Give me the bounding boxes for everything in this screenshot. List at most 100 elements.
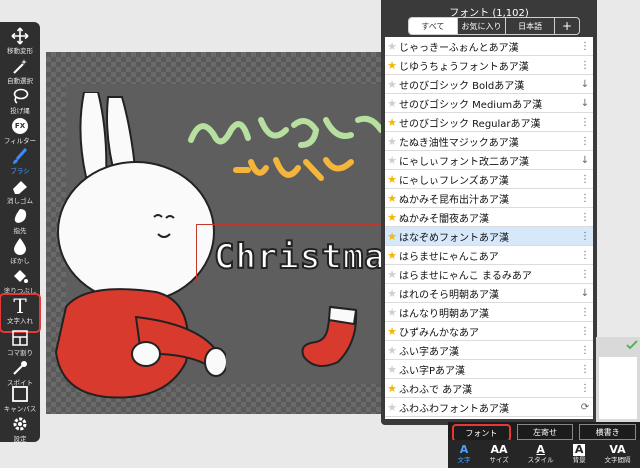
spacing-icon: VA: [609, 443, 626, 456]
canvas-text[interactable]: Christmas: [213, 236, 386, 278]
finger-icon: [10, 206, 30, 226]
favorite-star-icon[interactable]: ★: [385, 344, 399, 357]
more-icon[interactable]: ⋮: [577, 174, 593, 185]
font-list-item[interactable]: ★ じゃっきーふぉんとあア漢 ⋮: [385, 37, 593, 56]
font-list-item[interactable]: ★ふわもこフォントあア⋮: [385, 417, 593, 419]
check-icon[interactable]: [626, 340, 638, 350]
more-icon[interactable]: ⋮: [577, 193, 593, 204]
font-list-item[interactable]: ★ せのびゴシック Boldあア漢 ↓: [385, 75, 593, 94]
align-left-button[interactable]: 左寄せ: [516, 424, 574, 440]
more-icon[interactable]: ⋮: [577, 231, 593, 242]
more-icon[interactable]: ⋮: [577, 250, 593, 261]
font-list-item[interactable]: ★ じゆうちょうフォントあア漢 ⋮: [385, 56, 593, 75]
more-icon[interactable]: ⋮: [577, 307, 593, 318]
more-icon[interactable]: ⋮: [577, 212, 593, 223]
download-icon[interactable]: ↓: [577, 98, 593, 109]
fx-icon: FX: [10, 116, 30, 136]
font-list-item[interactable]: ★ ふい字Pあア漢 ⋮: [385, 360, 593, 379]
style-icon: A: [536, 443, 545, 456]
font-list-item[interactable]: ★ ふい字あア漢 ⋮: [385, 341, 593, 360]
font-list-item[interactable]: ★ にゃしぃフレンズあア漢 ⋮: [385, 170, 593, 189]
add-font-button[interactable]: +: [555, 18, 579, 34]
tab-favorites[interactable]: お気に入り: [458, 18, 507, 34]
font-name: ふわふで あア漢: [399, 384, 473, 396]
font-name: ふわもこフォントあア: [399, 419, 577, 420]
favorite-star-icon[interactable]: ★: [385, 116, 399, 129]
favorite-star-icon[interactable]: ★: [385, 59, 399, 72]
download-icon[interactable]: ↓: [577, 155, 593, 166]
drawing-canvas[interactable]: Christmas: [46, 52, 386, 414]
text-glyph: T: [13, 294, 27, 318]
more-icon[interactable]: ⋮: [577, 326, 593, 337]
font-list-item[interactable]: ★ にゃしぃフォント改二あア漢 ↓: [385, 151, 593, 170]
font-list-item[interactable]: ★ せのびゴシック Mediumあア漢 ↓: [385, 94, 593, 113]
more-icon[interactable]: ⋮: [577, 364, 593, 375]
favorite-star-icon[interactable]: ★: [385, 154, 399, 167]
font-name: ぬかみそ闇夜あア漢: [399, 213, 489, 225]
font-list[interactable]: ★ じゃっきーふぉんとあア漢 ⋮ ★ じゆうちょうフォントあア漢 ⋮ ★ せのびゴシック Bo…: [385, 37, 593, 419]
font-name: せのびゴシック Mediumあア漢: [399, 99, 543, 111]
font-list-item[interactable]: ★ ふわふで あア漢 ⋮: [385, 379, 593, 398]
more-icon[interactable]: ⋮: [577, 345, 593, 356]
font-name: ぬかみそ昆布出汁あア漢: [399, 194, 509, 206]
more-icon[interactable]: ⋮: [577, 60, 593, 71]
text-style-button[interactable]: A 文字: [457, 444, 470, 465]
font-list-item[interactable]: ★ ぬかみそ昆布出汁あア漢 ⋮: [385, 189, 593, 208]
favorite-star-icon[interactable]: ★: [385, 230, 399, 243]
more-icon[interactable]: ⋮: [577, 269, 593, 280]
more-icon[interactable]: ⋮: [577, 117, 593, 128]
font-list-item[interactable]: ★ はらませにゃんこ まるみあア ⋮: [385, 265, 593, 284]
favorite-star-icon[interactable]: ★: [385, 97, 399, 110]
eraser-icon: [10, 176, 30, 196]
font-list-item[interactable]: ★ はんなり明朝あア漢 ⋮: [385, 303, 593, 322]
favorite-star-icon[interactable]: ★: [385, 249, 399, 262]
text-option-tabs: フォント 左寄せ 横書き: [448, 422, 640, 442]
tool-bar: 移動変形 自動選択 投げ縄 FX フィルター ブラシ 消しゴム 指先 ぼかし 塗…: [0, 22, 41, 443]
download-icon[interactable]: ↓: [577, 79, 593, 90]
favorite-star-icon[interactable]: ★: [385, 173, 399, 186]
favorite-star-icon[interactable]: ★: [385, 211, 399, 224]
tab-japanese[interactable]: 日本語: [506, 18, 556, 34]
font-name: はらませにゃんこあア: [399, 251, 499, 263]
font-list-item[interactable]: ★ たぬき油性マジックあア漢 ⋮: [385, 132, 593, 151]
download-icon[interactable]: ↓: [577, 288, 593, 299]
favorite-star-icon[interactable]: ★: [385, 363, 399, 376]
favorite-star-icon[interactable]: ★: [385, 78, 399, 91]
more-icon[interactable]: ⋮: [577, 383, 593, 394]
font-list-item[interactable]: ★ はれのそら明朝あア漢 ↓: [385, 284, 593, 303]
more-icon[interactable]: ⋮: [577, 41, 593, 52]
tab-all[interactable]: すべて: [409, 18, 458, 34]
favorite-star-icon[interactable]: ★: [385, 135, 399, 148]
tool-settings[interactable]: 設定: [0, 412, 40, 448]
favorite-star-icon[interactable]: ★: [385, 40, 399, 53]
favorite-star-icon[interactable]: ★: [385, 325, 399, 338]
more-icon[interactable]: ⋮: [577, 136, 593, 147]
font-name: にゃしぃフレンズあア漢: [399, 175, 509, 187]
favorite-star-icon[interactable]: ★: [385, 287, 399, 300]
text-preview-area: [599, 357, 637, 419]
bottom-icon-label: 背景: [572, 456, 586, 464]
tool-label: 設定: [13, 435, 27, 443]
font-list-item[interactable]: ★ ふわふわフォントあア漢 ⟳: [385, 398, 593, 417]
font-list-item[interactable]: ★ せのびゴシック Regularあア漢 ⋮: [385, 113, 593, 132]
panel-icon: [10, 328, 30, 348]
favorite-star-icon[interactable]: ★: [385, 382, 399, 395]
font-name: せのびゴシック Regularあア漢: [399, 118, 541, 130]
favorite-star-icon[interactable]: ★: [385, 401, 399, 414]
spacing-button[interactable]: VA 文字間隔: [605, 443, 631, 465]
canvas-icon: [10, 384, 30, 404]
font-list-item[interactable]: ★ はなぞめフォントあア漢 ⋮: [385, 227, 593, 246]
favorite-star-icon[interactable]: ★: [385, 268, 399, 281]
favorite-star-icon[interactable]: ★: [385, 192, 399, 205]
background-button[interactable]: A 背景: [572, 444, 586, 465]
horizontal-writing-button[interactable]: 横書き: [579, 424, 637, 440]
font-list-item[interactable]: ★ ぬかみそ闇夜あア漢 ⋮: [385, 208, 593, 227]
font-list-item[interactable]: ★ ひずみんかなあア ⋮: [385, 322, 593, 341]
lasso-icon: [10, 86, 30, 106]
favorite-star-icon[interactable]: ★: [385, 306, 399, 319]
font-list-item[interactable]: ★ はらませにゃんこあア ⋮: [385, 246, 593, 265]
font-name: ふい字Pあア漢: [399, 365, 466, 377]
cloud-icon[interactable]: ⟳: [577, 402, 593, 413]
size-button[interactable]: AA サイズ: [489, 444, 508, 465]
style-button[interactable]: A スタイル: [528, 443, 554, 465]
